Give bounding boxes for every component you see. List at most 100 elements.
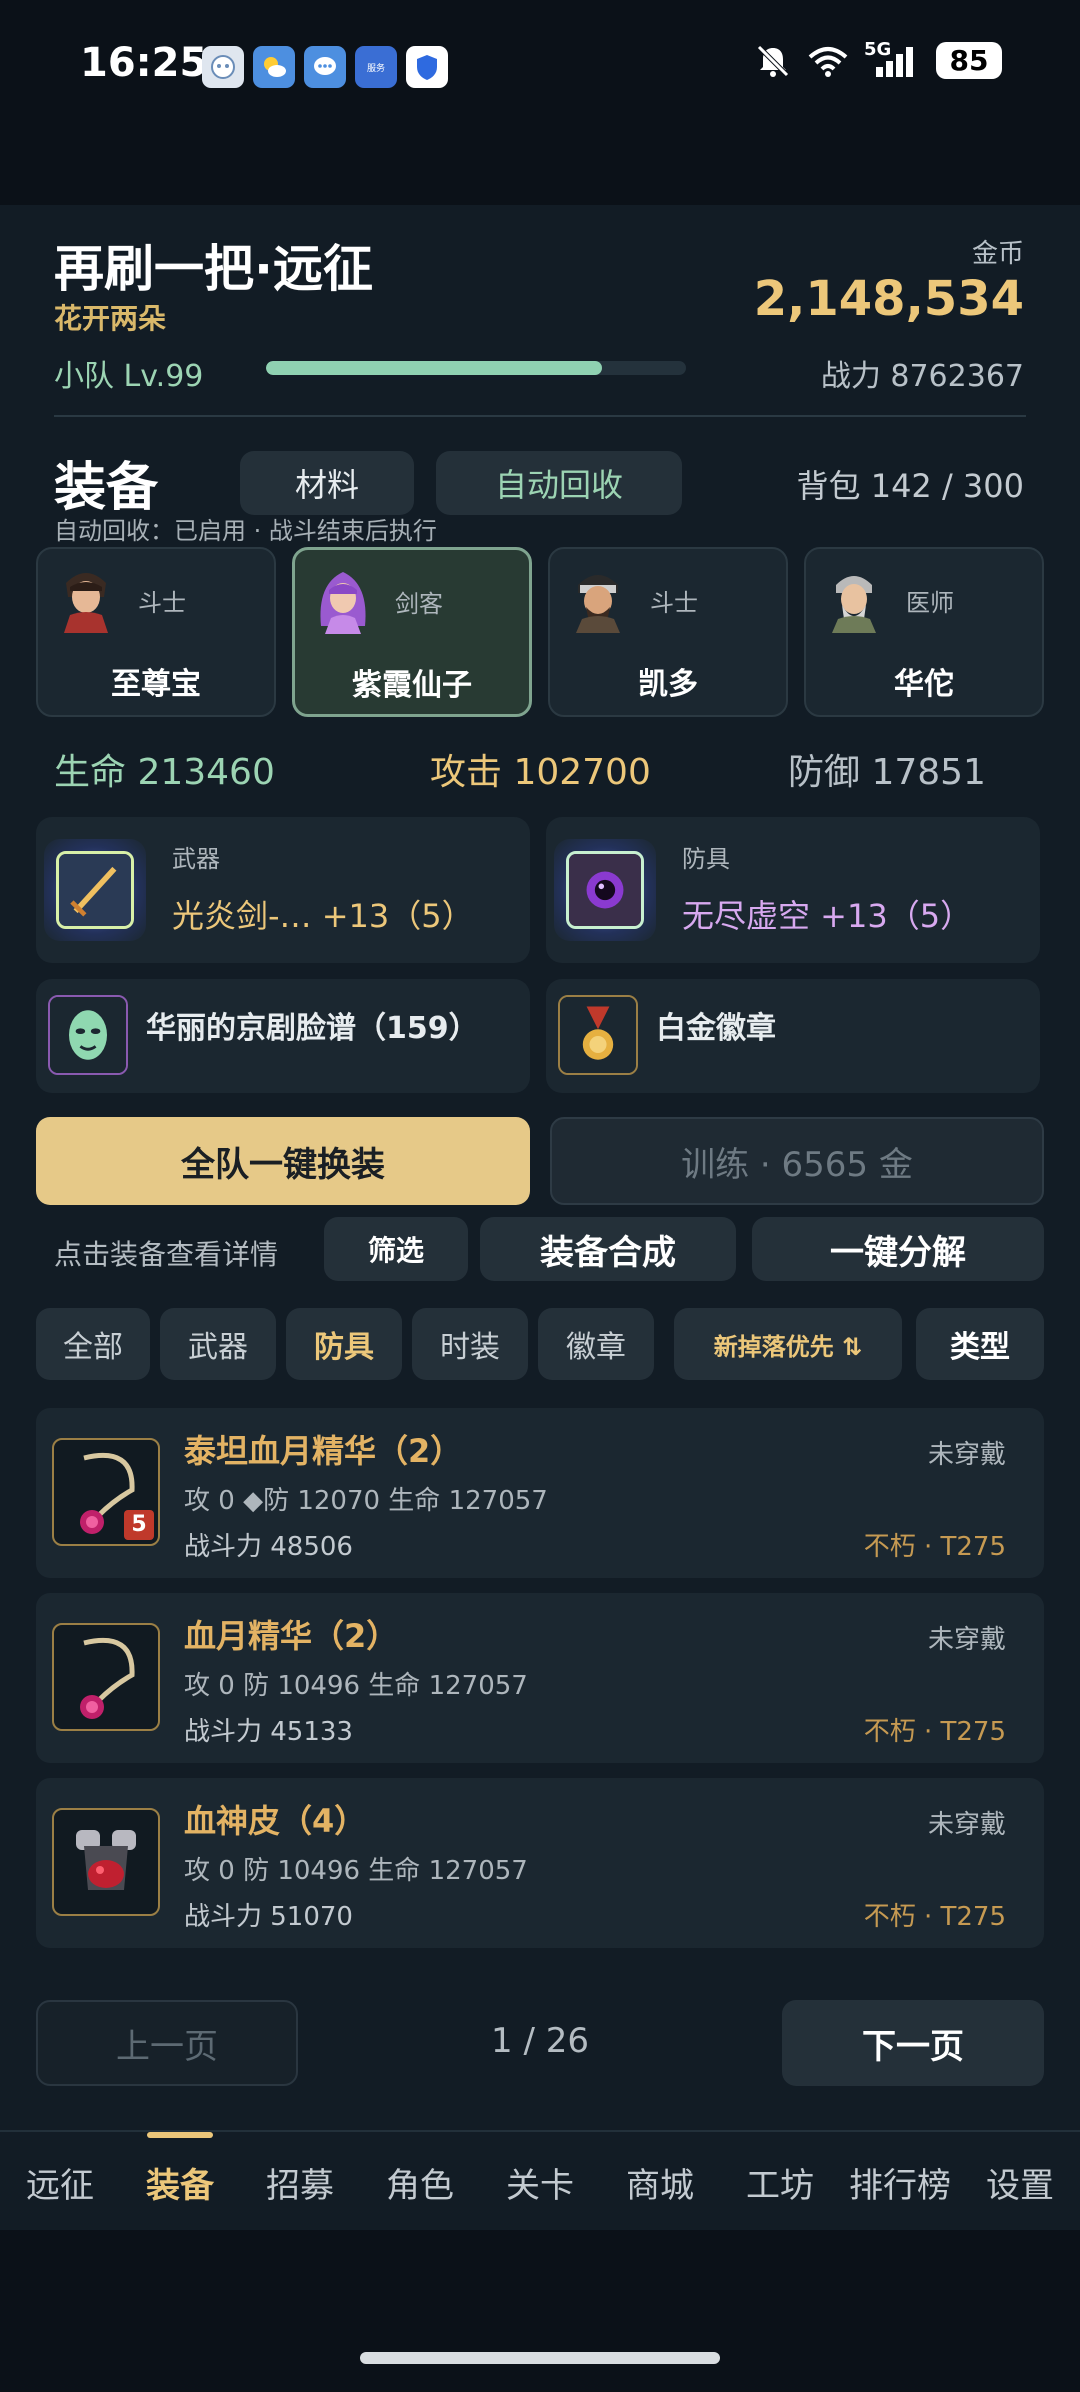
hero-defense-stat: 防御 17851	[788, 752, 986, 793]
mute-bell-icon	[757, 44, 789, 77]
home-indicator[interactable]	[360, 2352, 720, 2364]
item-equip-status: 未穿戴	[927, 1625, 1006, 1655]
item-icon-frame: 5	[52, 1438, 160, 1546]
filter-chip-badge[interactable]: 徽章	[538, 1308, 654, 1380]
badge-name: 白金徽章	[656, 1011, 776, 1046]
nav-item-stages[interactable]: 关卡	[480, 2158, 600, 2207]
hero-avatar-physician	[832, 576, 876, 633]
item-icon-frame	[52, 1808, 160, 1916]
equipment-list-item[interactable]: 5 泰坦血月精华（2） 攻 0 ◆防 12070 生命 127057 战斗力 4…	[36, 1408, 1044, 1578]
filter-chip-armor[interactable]: 防具	[286, 1308, 402, 1380]
filter-button[interactable]: 筛选	[324, 1217, 468, 1281]
type-filter-chip[interactable]: 类型	[916, 1308, 1044, 1380]
team-level-progress-bar	[266, 361, 686, 375]
weather-icon	[253, 46, 295, 88]
status-bar: 16:25 服务 5G 85	[0, 0, 1080, 130]
item-tier: 不朽 · T275	[863, 1717, 1006, 1747]
item-stats: 攻 0 防 10496 生命 127057	[184, 1856, 528, 1886]
materials-tab[interactable]: 材料	[240, 451, 414, 515]
messages-icon	[304, 46, 346, 88]
armor-name: 无尽虚空 +13（5）	[682, 897, 973, 935]
chat-bot-icon	[202, 46, 244, 88]
item-power: 战斗力 51070	[184, 1902, 353, 1932]
service-app-label: 服务	[366, 63, 385, 74]
nav-item-characters[interactable]: 角色	[360, 2158, 480, 2207]
item-name: 血月精华（2）	[184, 1617, 399, 1655]
item-power: 战斗力 45133	[184, 1717, 353, 1747]
filter-chip-all[interactable]: 全部	[36, 1308, 150, 1380]
team-level: 小队 Lv.99	[54, 359, 204, 394]
shield-app-icon	[406, 46, 448, 88]
hero-hp-stat: 生命 213460	[54, 752, 275, 793]
next-page-button[interactable]: 下一页	[782, 2000, 1044, 2086]
hero-name: 紫霞仙子	[352, 668, 472, 703]
item-stats: 攻 0 防 10496 生命 127057	[184, 1671, 528, 1701]
nav-item-settings[interactable]: 设置	[960, 2158, 1080, 2207]
page-title: 再刷一把·远征	[54, 240, 373, 298]
item-tier: 不朽 · T275	[863, 1902, 1006, 1932]
hero-class: 医师	[906, 589, 954, 617]
auto-recycle-tab[interactable]: 自动回收	[436, 451, 682, 515]
hero-class: 斗士	[138, 589, 186, 617]
hero-avatar-swordswoman	[320, 572, 366, 634]
hero-name: 凯多	[638, 667, 698, 702]
rarity-badge: 5	[124, 1510, 154, 1540]
cellular-signal-icon: 5G	[864, 39, 922, 79]
hero-card-zixia[interactable]: 剑客 紫霞仙子	[292, 547, 532, 717]
weapon-name: 光炎剑-… +13（5）	[172, 897, 474, 935]
equipment-section-title: 装备	[54, 458, 159, 518]
main-panel: 再刷一把·远征 花开两朵 金币 2,148,534 小队 Lv.99 战力 87…	[0, 205, 1080, 2130]
hero-avatar-fighter	[64, 573, 108, 633]
item-stats: 攻 0 ◆防 12070 生命 127057	[184, 1486, 548, 1516]
bag-capacity: 背包 142 / 300	[796, 467, 1024, 505]
auto-recycle-note: 自动回收：已启用 · 战斗结束后执行	[54, 517, 437, 545]
nav-item-recruit[interactable]: 招募	[240, 2158, 360, 2207]
sort-newest-drop-chip[interactable]: 新掉落优先 ⇅	[674, 1308, 902, 1380]
battery-indicator: 85	[936, 42, 1002, 79]
blood-god-armor-icon	[76, 1830, 136, 1890]
accessory-slot[interactable]: 华丽的京剧脸谱（159）	[36, 979, 530, 1093]
decompose-button[interactable]: 一键分解	[752, 1217, 1044, 1281]
nav-item-equipment[interactable]: 装备	[120, 2158, 240, 2207]
nav-item-expedition[interactable]: 远征	[0, 2158, 120, 2207]
weapon-slot-label: 武器	[172, 845, 220, 873]
header-divider	[54, 415, 1026, 417]
badge-slot[interactable]: 白金徽章	[546, 979, 1040, 1093]
platinum-badge-icon	[558, 995, 638, 1075]
train-button[interactable]: 训练 · 6565 金	[550, 1117, 1044, 1205]
item-name: 泰坦血月精华（2）	[184, 1432, 463, 1470]
hero-card-zhizunbao[interactable]: 斗士 至尊宝	[36, 547, 276, 717]
hero-card-kaido[interactable]: 斗士 凯多	[548, 547, 788, 717]
filter-chip-fashion[interactable]: 时装	[412, 1308, 528, 1380]
armor-slot[interactable]: 防具 无尽虚空 +13（5）	[546, 817, 1040, 963]
blood-moon-necklace-icon	[80, 1637, 135, 1719]
wifi-icon	[808, 46, 848, 77]
weapon-slot[interactable]: 武器 光炎剑-… +13（5）	[36, 817, 530, 963]
nav-item-leaderboard[interactable]: 排行榜	[840, 2158, 960, 2207]
hero-class: 斗士	[650, 589, 698, 617]
filter-chip-weapon[interactable]: 武器	[160, 1308, 276, 1380]
hero-name: 华佗	[894, 667, 954, 702]
item-equip-status: 未穿戴	[927, 1810, 1006, 1840]
gold-value: 2,148,534	[753, 271, 1024, 327]
nav-active-indicator	[147, 2132, 213, 2138]
accessory-name: 华丽的京剧脸谱（159）	[146, 1011, 479, 1046]
hero-name: 至尊宝	[111, 667, 201, 702]
gold-label: 金币	[971, 239, 1024, 269]
hero-card-huatuo[interactable]: 医师 华佗	[804, 547, 1044, 717]
void-orb-icon	[566, 851, 644, 929]
item-tier: 不朽 · T275	[863, 1532, 1006, 1562]
team-level-progress-fill	[266, 361, 602, 375]
equip-all-button[interactable]: 全队一键换装	[36, 1117, 530, 1205]
team-power: 战力 8762367	[820, 359, 1024, 394]
equipment-hint: 点击装备查看详情	[54, 1238, 279, 1271]
nav-item-workshop[interactable]: 工坊	[720, 2158, 840, 2207]
hero-attack-stat: 攻击 102700	[430, 752, 651, 793]
item-equip-status: 未穿戴	[927, 1440, 1006, 1470]
synthesize-button[interactable]: 装备合成	[480, 1217, 736, 1281]
equipment-list-item[interactable]: 血月精华（2） 攻 0 防 10496 生命 127057 战斗力 45133 …	[36, 1593, 1044, 1763]
equipment-list-item[interactable]: 血神皮（4） 攻 0 防 10496 生命 127057 战斗力 51070 未…	[36, 1778, 1044, 1948]
nav-item-shop[interactable]: 商城	[600, 2158, 720, 2207]
status-right: 5G 85	[754, 39, 1002, 79]
item-name: 血神皮（4）	[184, 1802, 367, 1840]
